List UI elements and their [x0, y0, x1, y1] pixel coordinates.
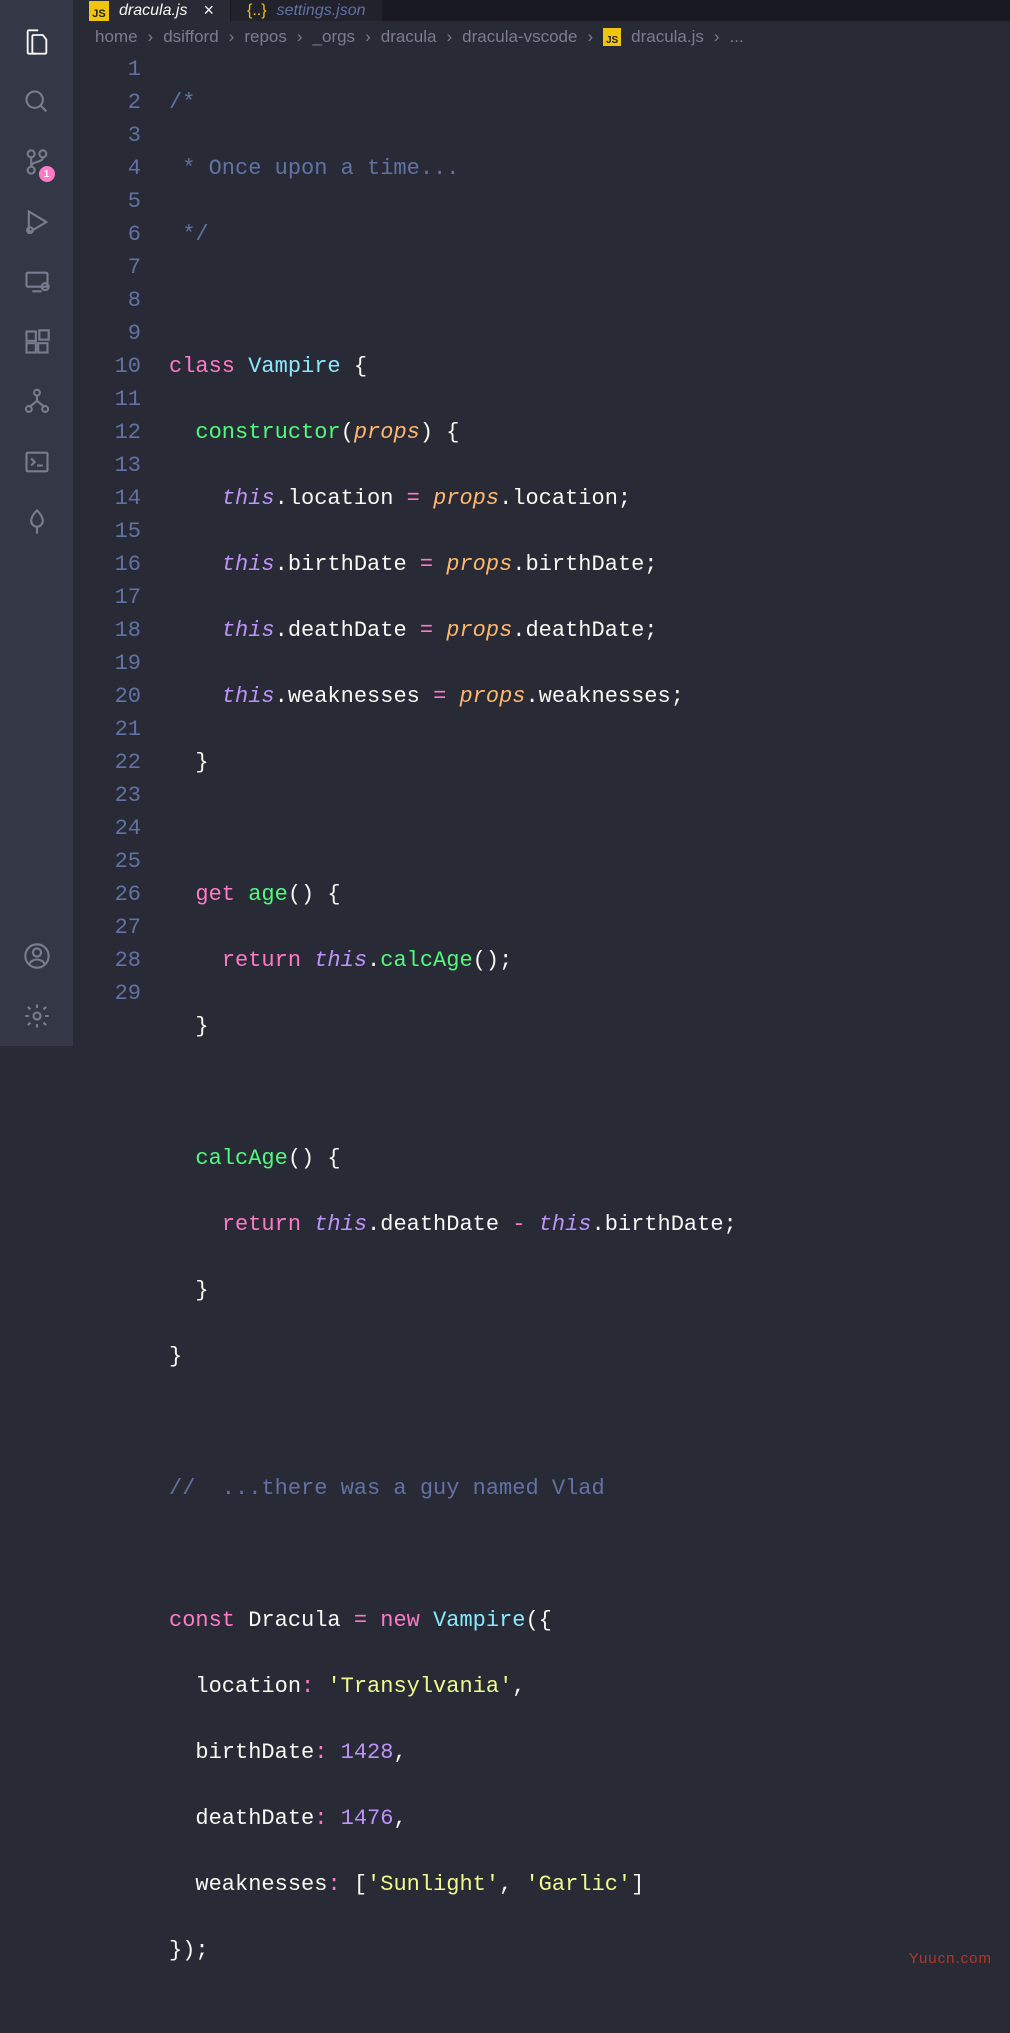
line-number-gutter: 1234567891011121314151617181920212223242…: [73, 53, 169, 2033]
js-file-icon: JS: [603, 28, 621, 46]
source-control-icon[interactable]: 1: [13, 138, 61, 186]
line-number: 9: [73, 317, 141, 350]
line-number: 21: [73, 713, 141, 746]
line-number: 24: [73, 812, 141, 845]
line-number: 15: [73, 515, 141, 548]
line-number: 6: [73, 218, 141, 251]
tab-label: settings.json: [277, 2, 366, 20]
terminal-icon[interactable]: [13, 438, 61, 486]
line-number: 2: [73, 86, 141, 119]
tab-settings-json[interactable]: {..} settings.json: [231, 0, 383, 21]
run-debug-icon[interactable]: [13, 198, 61, 246]
remote-icon[interactable]: [13, 258, 61, 306]
line-number: 13: [73, 449, 141, 482]
crumb[interactable]: dsifford: [163, 27, 218, 47]
line-number: 14: [73, 482, 141, 515]
chevron-right-icon: ›: [714, 27, 720, 47]
line-number: 29: [73, 977, 141, 1010]
line-number: 28: [73, 944, 141, 977]
line-number: 3: [73, 119, 141, 152]
line-number: 23: [73, 779, 141, 812]
line-number: 4: [73, 152, 141, 185]
breadcrumb[interactable]: home › dsifford › repos › _orgs › dracula › d…: [73, 21, 1010, 53]
git-graph-icon[interactable]: [13, 378, 61, 426]
line-number: 16: [73, 548, 141, 581]
chevron-right-icon: ›: [587, 27, 593, 47]
crumb[interactable]: _orgs: [313, 27, 356, 47]
activity-bar: 1: [0, 0, 73, 1046]
json-file-icon: {..}: [247, 2, 267, 20]
line-number: 19: [73, 647, 141, 680]
explorer-icon[interactable]: [13, 18, 61, 66]
line-number: 11: [73, 383, 141, 416]
chevron-right-icon: ›: [365, 27, 371, 47]
account-icon[interactable]: [13, 932, 61, 980]
line-number: 12: [73, 416, 141, 449]
code-editor[interactable]: 1234567891011121314151617181920212223242…: [73, 53, 1010, 2033]
extensions-icon[interactable]: [13, 318, 61, 366]
line-number: 27: [73, 911, 141, 944]
line-number: 8: [73, 284, 141, 317]
close-icon[interactable]: ×: [203, 0, 214, 21]
line-number: 5: [73, 185, 141, 218]
chevron-right-icon: ›: [297, 27, 303, 47]
line-number: 17: [73, 581, 141, 614]
chevron-right-icon: ›: [148, 27, 154, 47]
crumb-tail[interactable]: ...: [730, 27, 744, 47]
crumb[interactable]: dracula-vscode: [462, 27, 577, 47]
tab-bar: JS dracula.js × {..} settings.json: [73, 0, 1010, 21]
chevron-right-icon: ›: [229, 27, 235, 47]
line-number: 25: [73, 845, 141, 878]
search-icon[interactable]: [13, 78, 61, 126]
line-number: 18: [73, 614, 141, 647]
crumb[interactable]: dracula: [381, 27, 437, 47]
line-number: 22: [73, 746, 141, 779]
editor-group: JS dracula.js × {..} settings.json home ›…: [73, 0, 1010, 1046]
line-number: 10: [73, 350, 141, 383]
tab-dracula-js[interactable]: JS dracula.js ×: [73, 0, 231, 21]
tree-icon[interactable]: [13, 498, 61, 546]
crumb-file[interactable]: dracula.js: [631, 27, 704, 47]
line-number: 20: [73, 680, 141, 713]
scm-badge: 1: [39, 166, 55, 182]
crumb[interactable]: repos: [244, 27, 287, 47]
crumb[interactable]: home: [95, 27, 138, 47]
chevron-right-icon: ›: [447, 27, 453, 47]
watermark: Yuucn.com: [909, 1942, 992, 1975]
line-number: 1: [73, 53, 141, 86]
line-number: 26: [73, 878, 141, 911]
settings-gear-icon[interactable]: [13, 992, 61, 1040]
code-content[interactable]: /* * Once upon a time... */ class Vampir…: [169, 53, 1010, 2033]
tab-label: dracula.js: [119, 2, 187, 20]
js-file-icon: JS: [89, 1, 109, 21]
line-number: 7: [73, 251, 141, 284]
